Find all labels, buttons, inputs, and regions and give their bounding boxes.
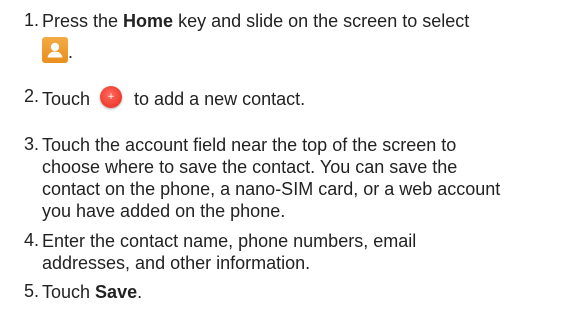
step-1: 1. Press the Home key and slide on the s… [24, 10, 564, 63]
step-text-pre: Touch [42, 282, 96, 302]
step-line: addresses, and other information. [42, 253, 311, 273]
plus-icon: + [107, 92, 115, 102]
step-number: 5. [24, 281, 40, 301]
add-contact-icon: + [100, 86, 123, 108]
save-label: Save [95, 282, 138, 302]
step-line: you have added on the phone. [42, 201, 286, 221]
step-number: 3. [24, 134, 40, 154]
step-line: Enter the contact name, phone numbers, e… [42, 231, 417, 251]
home-key-label: Home [123, 11, 174, 31]
step-number: 2. [24, 86, 40, 106]
step-2: 2. Touch + to add a new contact. [24, 86, 564, 110]
step-line: choose where to save the contact. You ca… [42, 157, 458, 177]
step-text-post: key and slide on the screen to select [173, 11, 470, 31]
step-3: 3. Touch the account field near the top … [24, 134, 564, 222]
step-text-post: . [137, 282, 143, 302]
step-5: 5. Touch Save. [24, 281, 564, 303]
step-number: 1. [24, 10, 40, 30]
step-line: Touch the account field near the top of … [42, 135, 457, 155]
step-4: 4. Enter the contact name, phone numbers… [24, 230, 564, 274]
contacts-app-icon [42, 37, 68, 63]
step-text-trail: . [68, 42, 74, 62]
step-text: Touch the account field near the top of … [42, 134, 564, 222]
step-text: Enter the contact name, phone numbers, e… [42, 230, 564, 274]
step-text: Press the Home key and slide on the scre… [42, 10, 564, 32]
step-text-pre: Touch [42, 89, 91, 109]
step-text-pre: Press the [42, 11, 124, 31]
step-number: 4. [24, 230, 40, 250]
step-text: Touch Save. [42, 281, 564, 303]
step-line: contact on the phone, a nano-SIM card, o… [42, 179, 501, 199]
step-icon-line: . [42, 37, 564, 63]
step-text-post: to add a new contact. [134, 89, 306, 109]
step-text: Touch + to add a new contact. [42, 86, 564, 110]
